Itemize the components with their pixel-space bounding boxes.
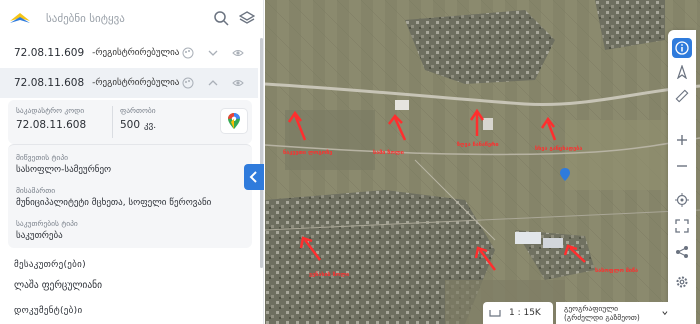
parcel-status: -რეგისტრირებულია	[92, 48, 180, 58]
scale-indicator: 1 : 15K	[483, 302, 553, 324]
collapse-sidebar-button[interactable]	[244, 164, 264, 190]
address-value: მუნიციპალიტეტი მცხეთა, სოფელი წეროვანი	[16, 198, 212, 208]
gear-icon	[676, 276, 688, 288]
ownership-value: საკუთრება	[16, 231, 63, 241]
parcel-summary-card: საკადასტრო კოდი 72.08.11.608 ფართობი 500…	[8, 100, 252, 144]
ruler-icon	[675, 89, 689, 103]
owners-title: მესაკუთრე(ები)	[14, 260, 86, 270]
layers-icon[interactable]	[238, 9, 256, 27]
scale-value: 1 : 15K	[509, 308, 541, 318]
crosshair-icon	[675, 193, 689, 207]
sidebar-scrollbar[interactable]	[260, 38, 263, 268]
map-toolbar	[668, 30, 696, 324]
app-logo[interactable]	[8, 9, 32, 27]
chevron-down-icon	[662, 311, 668, 316]
plus-icon	[677, 135, 687, 145]
chevron-up-icon[interactable]	[206, 76, 219, 89]
area-unit: კვ.	[144, 121, 157, 131]
minus-icon	[677, 165, 687, 167]
satellite-map[interactable]: ნაკვეთი ლოგოზე სამი ზოლი ზღვა ჩანაწერი ს…	[265, 0, 700, 324]
parcel-status: -რეგისტრირებულია	[92, 78, 180, 88]
parcel-row-608[interactable]: 72.08.11.608 -რეგისტრირებულია	[0, 68, 258, 98]
palette-icon[interactable]	[181, 76, 194, 89]
area-value: 500	[120, 119, 141, 131]
documents-title[interactable]: დოკუმენტ(ებ)ი	[14, 306, 82, 316]
google-maps-button[interactable]	[220, 108, 248, 134]
land-type-value: სასოფლო-სამეურნეო	[16, 165, 112, 175]
map-annotation: სხვა განცხადება	[535, 146, 583, 152]
top-bar: საძებნი სიტყვა	[0, 0, 263, 36]
parcel-details-card: მიწვეთის ტიპი სასოფლო-სამეურნეო მისამართ…	[8, 144, 252, 248]
palette-icon[interactable]	[181, 46, 194, 59]
eye-icon[interactable]	[231, 76, 244, 89]
land-type-label: მიწვეთის ტიპი	[16, 153, 69, 162]
share-icon	[676, 246, 688, 258]
eye-icon[interactable]	[231, 46, 244, 59]
zoom-in-button[interactable]	[672, 130, 692, 150]
map-annotation: სასოფლო მიწა	[595, 268, 639, 274]
share-button[interactable]	[672, 242, 692, 262]
basemap-selector[interactable]: გეოგრაფიული (გრძელდი გაზმეოთ)	[556, 302, 668, 324]
zoom-out-button[interactable]	[672, 156, 692, 176]
map-annotation: ნაკვეთი ლოგოზე	[283, 150, 333, 156]
map-annotation: სამი ზოლი	[373, 150, 404, 156]
parcel-row-609[interactable]: 72.08.11.609 -რეგისტრირებულია	[0, 38, 258, 68]
my-location-button[interactable]	[672, 190, 692, 210]
map-annotation: ვენახის ზოლი	[309, 272, 350, 278]
search-input[interactable]: საძებნი სიტყვა	[46, 12, 204, 25]
fullscreen-button[interactable]	[672, 216, 692, 236]
cadastral-code-label: საკადასტრო კოდი	[16, 106, 85, 115]
measure-button[interactable]	[672, 86, 692, 106]
parcel-code: 72.08.11.608	[14, 77, 85, 89]
fullscreen-icon	[675, 219, 689, 233]
map-annotation: ზღვა ჩანაწერი	[457, 142, 499, 148]
ownership-label: საკუთრების ტიპი	[16, 219, 78, 228]
cadastral-code-value: 72.08.11.608	[16, 119, 87, 131]
area-label: ფართობი	[120, 106, 156, 115]
basemap-value: გეოგრაფიული (გრძელდი გაზმეოთ)	[564, 304, 640, 322]
parcel-code: 72.08.11.609	[14, 47, 85, 59]
chevron-down-icon[interactable]	[206, 46, 219, 59]
info-button[interactable]	[672, 38, 692, 58]
location-arrow-button[interactable]	[672, 62, 692, 82]
info-icon	[675, 41, 689, 55]
scale-ruler-icon	[489, 310, 501, 317]
google-maps-icon	[228, 113, 240, 129]
settings-button[interactable]	[672, 272, 692, 292]
divider	[112, 106, 113, 138]
search-icon[interactable]	[212, 9, 230, 27]
compass-icon	[677, 65, 687, 79]
chevron-left-icon	[249, 171, 257, 183]
sidebar: საძებნი სიტყვა 72.08.11.609 -რეგისტრირებ…	[0, 0, 264, 324]
address-label: მისამართი	[16, 186, 56, 195]
owner-name: ლაშა ფერცულიანი	[14, 280, 103, 291]
